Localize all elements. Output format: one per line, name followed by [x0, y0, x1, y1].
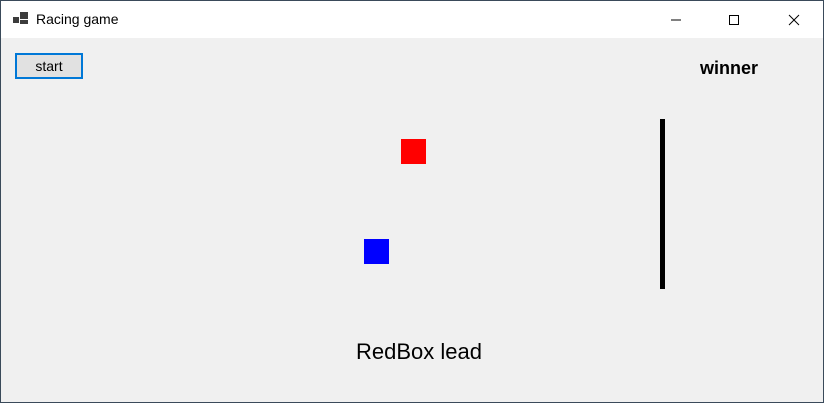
winner-label: winner: [700, 58, 759, 78]
close-icon: [788, 14, 800, 26]
title-bar[interactable]: Racing game: [1, 1, 823, 38]
start-button[interactable]: start: [15, 53, 83, 79]
red-racer-box: [401, 139, 426, 164]
race-status-label: RedBox lead: [356, 339, 482, 364]
close-button[interactable]: [771, 1, 817, 38]
game-canvas: start winner RedBox lead: [1, 38, 823, 402]
maximize-button[interactable]: [711, 1, 757, 38]
window-title: Racing game: [36, 11, 119, 27]
blue-racer-box: [364, 239, 389, 264]
minimize-icon: [670, 14, 682, 26]
finish-line: [660, 119, 665, 289]
minimize-button[interactable]: [653, 1, 699, 38]
app-icon: [13, 12, 29, 26]
app-window: Racing game start winner RedBox lead: [0, 0, 824, 403]
maximize-icon: [728, 14, 740, 26]
